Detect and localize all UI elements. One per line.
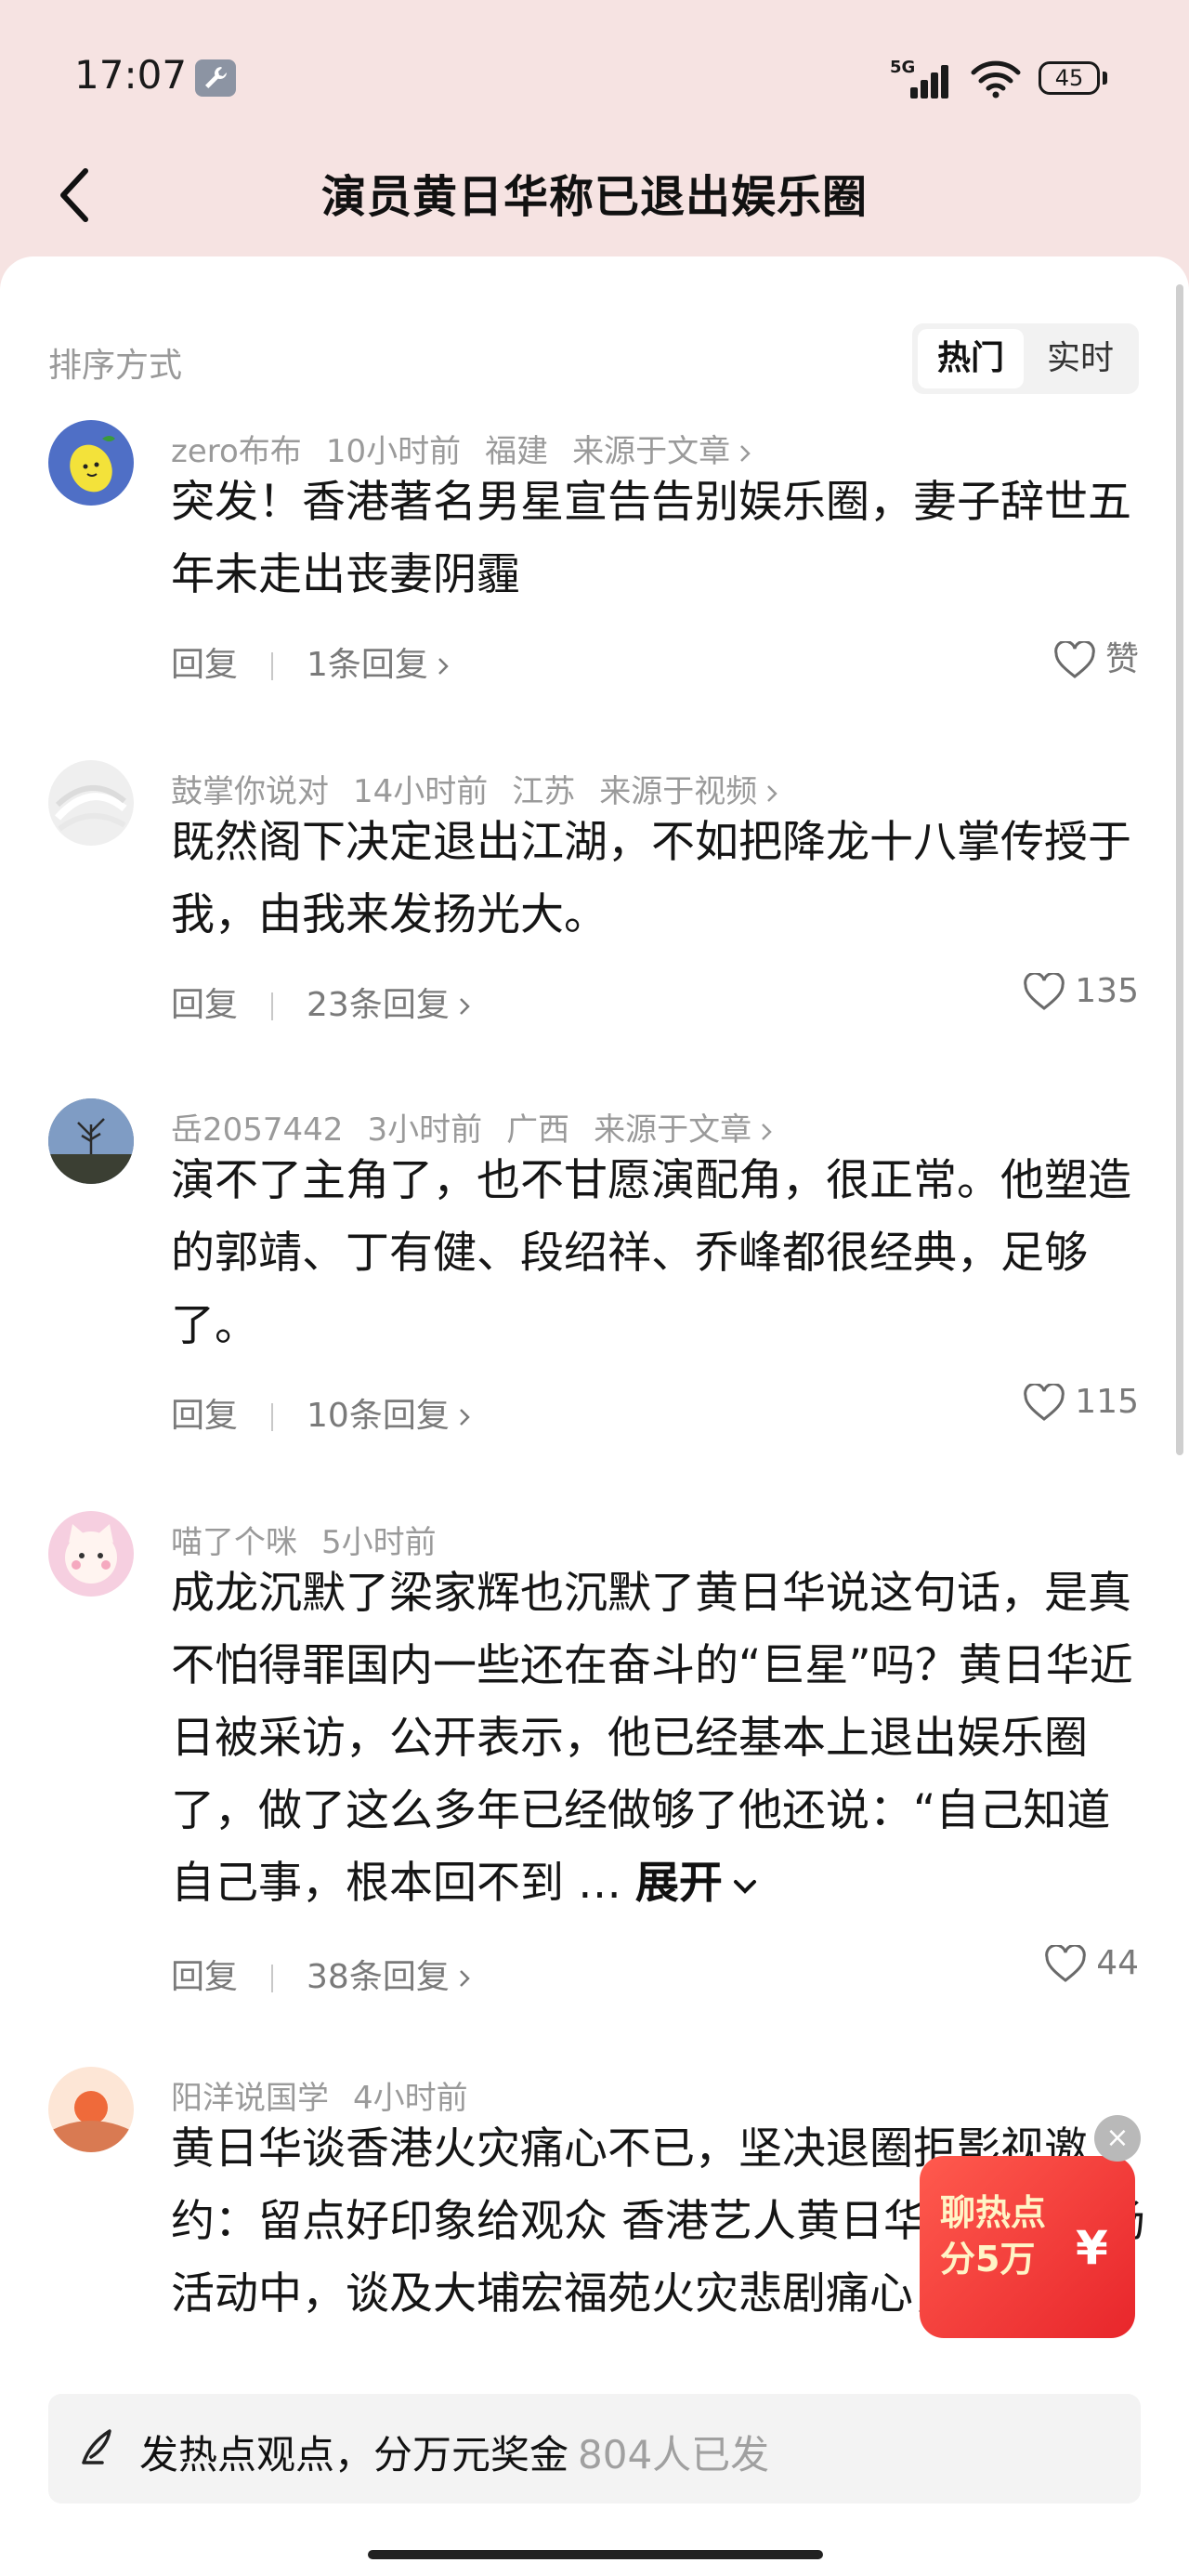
sort-option-live[interactable]: 实时 [1027,329,1133,388]
like-count: 115 [1075,1383,1139,1421]
divider [271,1403,274,1431]
close-icon[interactable]: × [1094,2115,1141,2162]
view-replies-link[interactable]: 23条回复 [307,986,472,1024]
username[interactable]: 喵了个咪 [171,1524,297,1561]
sort-label: 排序方式 [48,347,183,385]
chevron-right-icon [459,1409,470,1426]
avatar[interactable] [48,420,134,506]
comment-meta: 阳洋说国学 4小时前 [171,2072,492,2118]
chevron-right-icon [459,998,470,1015]
status-bar: 17:07 5G 45 [0,0,1189,158]
chevron-right-icon [762,1123,772,1140]
chevron-right-icon [740,444,751,462]
comment-meta: 岳2057442 3小时前 广西 来源于文章 [171,1104,798,1150]
status-time: 17:07 [74,52,188,98]
reply-button[interactable]: 回复 [171,1397,238,1435]
comment-time: 4小时前 [353,2080,468,2117]
heart-icon [1024,971,1065,1010]
comment-actions: 回复 1条回复 [171,637,451,686]
avatar[interactable] [48,1098,134,1184]
chevron-right-icon [438,658,449,675]
promo-banner[interactable]: 聊热点 分5万 ¥ [920,2156,1135,2338]
comment-actions: 回复 38条回复 [171,1950,472,1998]
comment-text: 突发！香港著名男星宣告告别娱乐圈，妻子辞世五年未走出丧妻阴霾 [171,477,1131,600]
username[interactable]: 鼓掌你说对 [171,773,329,810]
like-count: 135 [1075,972,1139,1010]
comment-meta: 鼓掌你说对 14小时前 江苏 来源于视频 [171,766,804,811]
heart-icon [1054,639,1095,678]
username[interactable]: 岳2057442 [171,1111,343,1149]
username[interactable]: zero布布 [171,433,302,470]
page-title: 演员黄日华称已退出娱乐圈 [320,171,868,223]
comment-item: 喵了个咪 5小时前 成龙沉默了梁家辉也沉默了黄日华说这句话，是真不怕得罪国内一些还… [0,1509,1189,2067]
post-count: 804人已发 [578,2432,770,2477]
cat-avatar-icon [65,1524,117,1584]
comment-item: 岳2057442 3小时前 广西 来源于文章 演不了主角了，也不甘愿演配角，很正常。他… [0,1097,1189,1505]
comment-input-bar[interactable]: 发热点观点，分万元奖金 804人已发 [48,2394,1141,2504]
header: 演员黄日华称已退出娱乐圈 [0,139,1189,251]
sort-toggle: 热门 实时 [912,323,1139,394]
sunset-avatar-icon [48,2091,134,2152]
reply-button[interactable]: 回复 [171,1958,238,1996]
lemon-avatar-icon [70,436,115,493]
expand-button[interactable]: 展开 [635,1858,762,1909]
like-button[interactable]: 44 [1044,1943,1139,1984]
divider [271,992,274,1020]
avatar[interactable] [48,2067,134,2152]
like-button[interactable]: 115 [1023,1382,1139,1423]
reply-button[interactable]: 回复 [171,986,238,1024]
divider [271,652,274,680]
comment-source-link[interactable]: 来源于视频 [599,773,779,810]
like-button[interactable]: 赞 [1053,632,1139,680]
username[interactable]: 阳洋说国学 [171,2080,329,2117]
comment-text: 成龙沉默了梁家辉也沉默了黄日华说这句话，是真不怕得罪国内一些还在奋斗的“巨星”吗… [171,1568,1133,1909]
signal-icon: 5G [890,58,955,99]
comment-actions: 回复 10条回复 [171,1388,472,1437]
comment-item: zero布布 10小时前 福建 来源于文章 突发！香港著名男星宣告告别娱乐圈，妻子辞世… [0,418,1189,753]
view-replies-link[interactable]: 10条回复 [307,1397,472,1435]
chevron-right-icon [767,784,778,802]
like-button[interactable]: 135 [1023,971,1139,1012]
wrench-icon [195,59,236,97]
comment-time: 3小时前 [367,1111,483,1149]
abstract-avatar-icon [55,785,127,832]
comment-text: 既然阁下决定退出江湖，不如把降龙十八掌传授于我，由我来发扬光大。 [171,817,1131,940]
comment-source-link[interactable]: 来源于文章 [594,1111,774,1149]
heart-icon [1045,1943,1086,1982]
comment-item: 鼓掌你说对 14小时前 江苏 来源于视频 既然阁下决定退出江湖，不如把降龙十八掌传授于… [0,758,1189,1093]
divider [271,1965,274,1992]
comment-time: 10小时前 [325,433,462,470]
comment-location: 福建 [485,433,549,470]
wifi-icon [971,60,1021,99]
reply-button[interactable]: 回复 [171,646,238,684]
comment-time: 14小时前 [353,773,489,810]
comment-source-link[interactable]: 来源于文章 [572,433,752,470]
comment-actions: 回复 23条回复 [171,978,472,1026]
sort-option-hot[interactable]: 热门 [918,329,1024,388]
battery-tip [1103,72,1107,85]
chevron-down-icon [733,1879,756,1894]
pen-icon [82,2429,111,2464]
promo-text: 聊热点 分5万 [940,2192,1047,2280]
like-count: 44 [1096,1944,1139,1982]
avatar[interactable] [48,760,134,846]
home-indicator[interactable] [368,2550,823,2559]
comment-text: 演不了主角了，也不甘愿演配角，很正常。他塑造的郭靖、丁有健、段绍祥、乔峰都很经典… [171,1155,1131,1351]
like-count: 赞 [1104,640,1139,678]
view-replies-link[interactable]: 1条回复 [307,646,451,684]
comment-meta: 喵了个咪 5小时前 [171,1517,461,1562]
view-replies-link[interactable]: 38条回复 [307,1958,472,1996]
comment-time: 5小时前 [321,1524,437,1561]
landscape-avatar-icon [48,1098,134,1184]
comment-location: 广西 [506,1111,570,1149]
avatar[interactable] [48,1511,134,1597]
battery-icon: 45 [1039,61,1100,95]
comment-location: 江苏 [512,773,576,810]
chevron-right-icon [459,1970,470,1987]
comment-input-prompt: 发热点观点，分万元奖金 804人已发 [139,2432,770,2477]
yuan-icon: ¥ [1076,2221,1108,2275]
heart-icon [1024,1382,1065,1421]
comment-meta: zero布布 10小时前 福建 来源于文章 [171,426,777,471]
